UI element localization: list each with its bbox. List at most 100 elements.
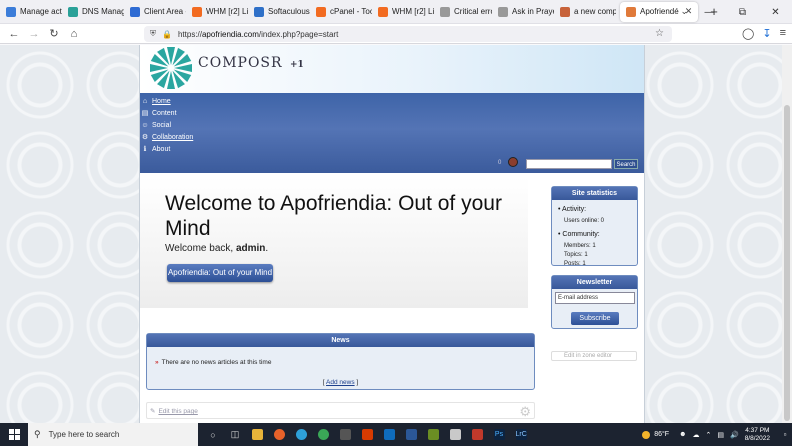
news-empty-message: » There are no news articles at this time (155, 359, 272, 366)
browser-tab[interactable]: WHM [r2] List (186, 2, 248, 22)
browser-tab[interactable]: a new compo (554, 2, 616, 22)
reload-icon[interactable]: ↻ (44, 27, 64, 40)
outlook-icon[interactable] (378, 423, 400, 446)
site-search-input[interactable] (526, 159, 612, 169)
add-news-link[interactable]: Add news (326, 379, 355, 386)
menu-item-about[interactable]: ℹ About (140, 143, 193, 155)
word-icon[interactable] (400, 423, 422, 446)
volume-icon[interactable]: 🔊 (730, 431, 739, 439)
menu-item-home[interactable]: ⌂ Home (140, 95, 193, 107)
task-view-icon[interactable]: ◫ (224, 423, 246, 446)
tab-list-chevron-icon[interactable]: ⌄ (680, 6, 688, 17)
app-red-icon[interactable] (466, 423, 488, 446)
browser-tab[interactable]: Manage activ (0, 2, 62, 22)
site-search-button[interactable]: Search (614, 159, 638, 169)
restore-button[interactable]: ⧉ (726, 7, 759, 18)
search-placeholder: Type here to search (48, 430, 120, 439)
welcome-title: Welcome to Apofriendia: Out of your Mind (165, 192, 502, 240)
zone-editor-link[interactable]: Edit in zone editor (551, 351, 637, 361)
clock[interactable]: 4:37 PM 8/8/2022 (745, 427, 770, 443)
firefox-icon[interactable] (268, 423, 290, 446)
menu-item-collaboration[interactable]: ⚙ Collaboration (140, 131, 193, 143)
bookmark-star-icon[interactable]: ☆ (655, 28, 664, 39)
app-icon[interactable] (444, 423, 466, 446)
browser-tab[interactable]: Client Area - f (124, 2, 186, 22)
favicon-icon (130, 6, 140, 17)
edit-page-link[interactable]: ✎ Edit this page (150, 407, 198, 415)
forward-arrow-icon[interactable]: → (24, 28, 44, 40)
tab-label: Manage activ (20, 7, 62, 16)
add-news-row: [ Add news ] (322, 379, 359, 386)
home-icon[interactable]: ⌂ (64, 28, 84, 40)
window-controls: — ⧉ ✕ (693, 0, 792, 24)
pocket-icon[interactable]: ◯ (742, 27, 754, 40)
browser-tab[interactable]: Ask in Prayer (492, 2, 554, 22)
photos-icon[interactable] (334, 423, 356, 446)
tab-label: WHM [r2] List (392, 7, 434, 16)
minimize-button[interactable]: — (693, 7, 726, 18)
favicon-icon (254, 6, 264, 17)
subscribe-button[interactable]: Subscribe (571, 312, 619, 325)
gear-icon[interactable]: ⚙ (519, 404, 531, 420)
windows-start-icon[interactable] (0, 429, 28, 440)
site-logo-text[interactable]: COMPOSR +1 (198, 55, 304, 71)
stats-community-heading: • Community: (558, 231, 600, 238)
newsletter-title: Newsletter (552, 276, 637, 289)
composr-logo-icon[interactable] (148, 45, 194, 91)
back-arrow-icon[interactable]: ← (4, 28, 24, 40)
clock-time: 4:37 PM (745, 426, 770, 434)
site-menu-bar: ⌂ Home ▤ Content ☺ Social ⚙ Collaboration ℹ About… (140, 93, 644, 173)
taskbar-search-box[interactable]: ⚲ Type here to search (28, 423, 198, 446)
people-icon[interactable]: ☻ (679, 431, 686, 438)
weather-widget[interactable]: 86°F (642, 430, 669, 439)
taskbar-apps: ○ ◫ Ps LrC (202, 423, 532, 446)
office-icon[interactable] (356, 423, 378, 446)
shield-icon: ⛨ (150, 29, 156, 38)
page-scrollbar[interactable] (782, 45, 792, 423)
network-icon[interactable]: ▤ (717, 431, 724, 439)
stats-posts: Posts: 1 (564, 261, 586, 267)
cloud-icon[interactable]: ☁ (692, 431, 699, 439)
user-avatar-icon[interactable] (508, 157, 518, 167)
favicon-icon (498, 6, 508, 17)
news-box: News » There are no news articles at this… (146, 333, 535, 390)
edge-icon[interactable] (290, 423, 312, 446)
browser-tab[interactable]: DNS Managen (62, 2, 124, 22)
welcome-back-text: Welcome back, admin. (165, 243, 269, 254)
cortana-icon[interactable]: ○ (202, 423, 224, 446)
chrome-icon[interactable] (312, 423, 334, 446)
tab-label: WHM [r2] List (206, 7, 248, 16)
tab-label: a new compo (574, 7, 616, 16)
browser-tab[interactable]: Critical error (434, 2, 492, 22)
menu-item-content[interactable]: ▤ Content (140, 107, 193, 119)
minecraft-icon[interactable] (422, 423, 444, 446)
news-title: News (147, 334, 534, 347)
menu-item-social[interactable]: ☺ Social (140, 119, 193, 131)
photoshop-icon[interactable]: Ps (488, 423, 510, 446)
windows-taskbar: ⚲ Type here to search ○ ◫ Ps LrC 86°F ☻ … (0, 423, 792, 446)
browser-tab[interactable]: cPanel - Tools (310, 2, 372, 22)
newsletter-email-input[interactable]: E-mail address (555, 292, 635, 304)
file-explorer-icon[interactable] (246, 423, 268, 446)
edit-page-bar: ✎ Edit this page ⚙ (146, 402, 535, 419)
about-icon: ℹ (143, 145, 147, 153)
download-icon[interactable]: ↧ (762, 27, 771, 40)
favicon-icon (560, 6, 570, 17)
browser-tab[interactable]: WHM [r2] List (372, 2, 434, 22)
chevron-up-icon[interactable]: ⌃ (705, 431, 711, 439)
favicon-icon (192, 6, 202, 17)
menu-icon[interactable]: ≡ (780, 27, 786, 40)
scrollbar-thumb[interactable] (784, 105, 790, 421)
close-window-button[interactable]: ✕ (759, 7, 792, 18)
favicon-icon (626, 6, 636, 17)
browser-tab[interactable]: Softaculous - (248, 2, 310, 22)
tab-label: Client Area - f (144, 7, 186, 16)
lightroom-icon[interactable]: LrC (510, 423, 532, 446)
url-bar[interactable]: ⛨ 🔒 https://apofriendia.com/index.php?pa… (144, 26, 672, 42)
site-name-button[interactable]: Apofriendia: Out of your Mind (167, 264, 273, 282)
welcome-panel: Welcome to Apofriendia: Out of your Mind… (140, 177, 528, 308)
menu-item-label: Social (152, 121, 172, 129)
stats-title: Site statistics (552, 187, 637, 200)
tab-label: DNS Managen (82, 7, 124, 16)
notifications-icon[interactable]: ▫ (778, 430, 792, 439)
